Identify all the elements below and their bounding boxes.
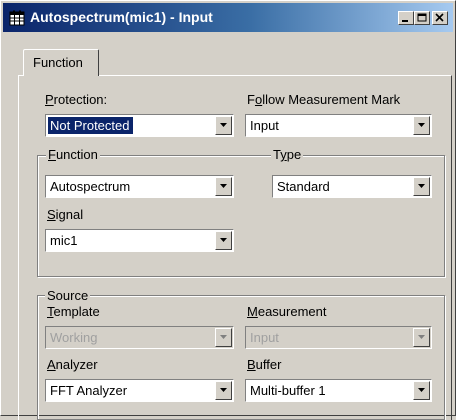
app-grid-icon [9,10,25,26]
maximize-icon [417,13,427,22]
tab-function[interactable]: Function [23,49,99,76]
title-bar[interactable]: Autospectrum(mic1) - Input [3,3,453,32]
tab-panel [18,75,452,420]
maximize-button[interactable] [414,11,430,25]
dialog-window: Autospectrum(mic1) - Input Function Prot… [0,0,456,420]
close-icon [435,13,444,22]
close-button[interactable] [432,11,448,25]
minimize-button[interactable] [398,11,414,25]
window-title: Autospectrum(mic1) - Input [30,9,213,25]
minimize-icon [402,20,408,22]
tab-function-label: Function [33,55,83,70]
